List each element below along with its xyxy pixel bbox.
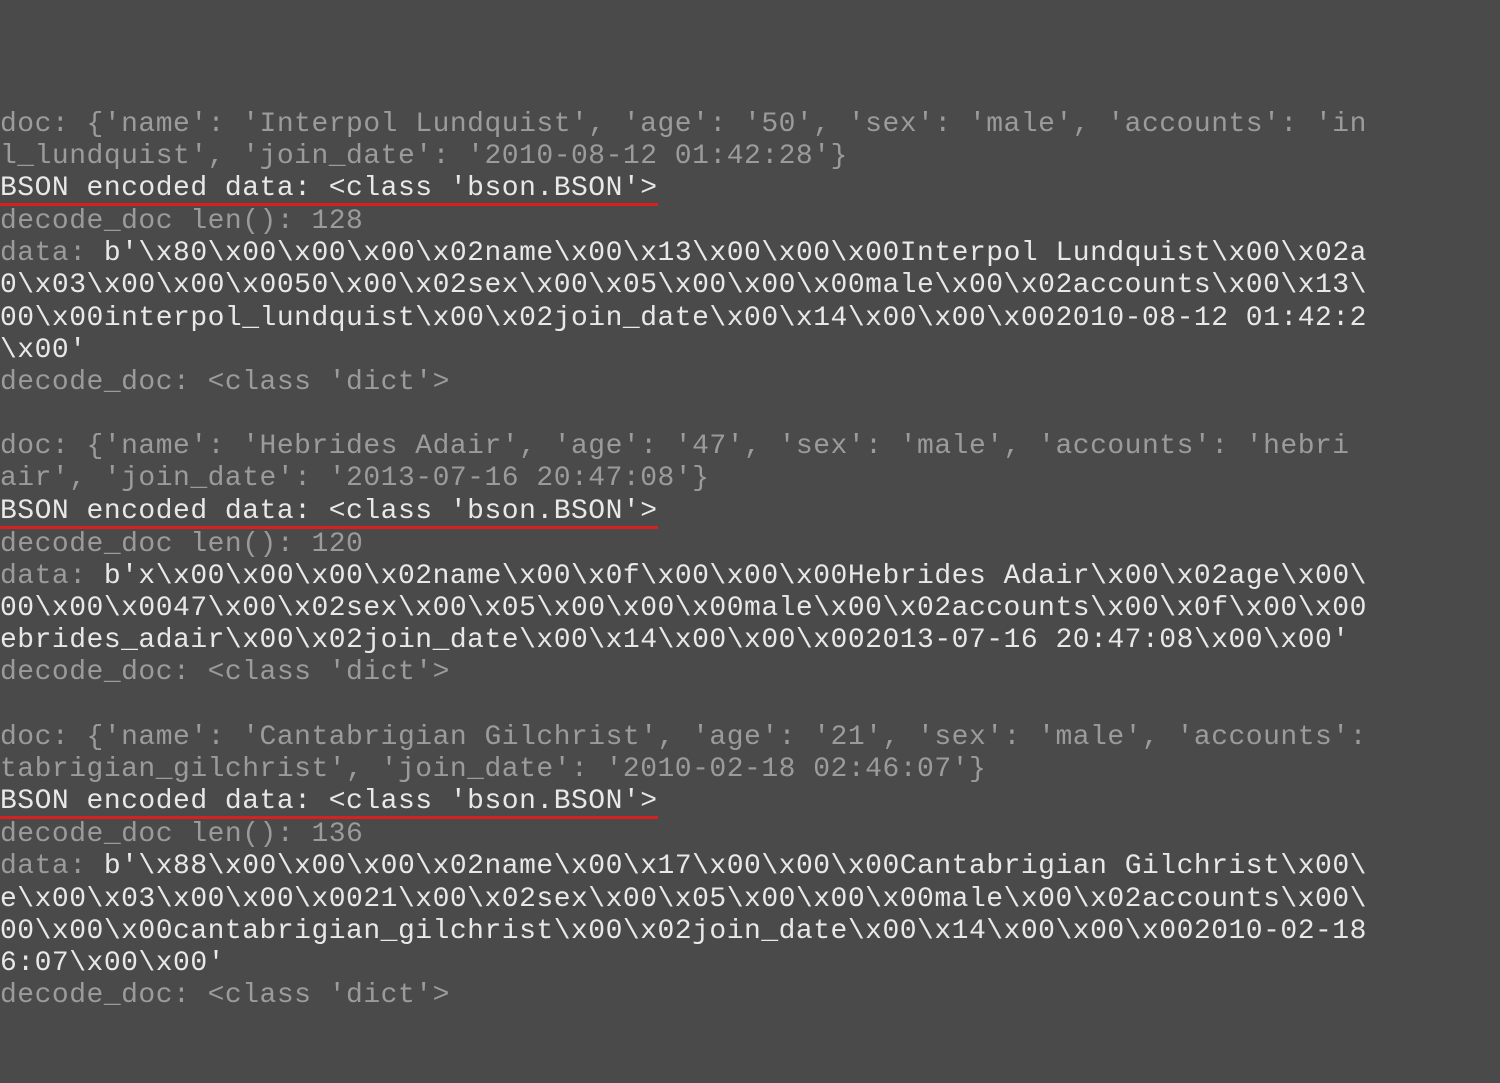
data-bytes-2: b'\x88\x00\x00\x00\x02name\x00\x17\x00\x…: [0, 851, 1367, 979]
data-bytes-0: b'\x80\x00\x00\x00\x02name\x00\x13\x00\x…: [0, 238, 1367, 366]
doc-line-2: doc: {'name': 'Cantabrigian Gilchrist', …: [0, 722, 1367, 785]
decode-len-line-2: decode_doc len(): 136: [0, 819, 363, 850]
data-bytes-1: b'x\x00\x00\x00\x02name\x00\x0f\x00\x00\…: [0, 561, 1367, 656]
decode-len-line-1: decode_doc len(): 120: [0, 529, 363, 560]
decode-len-line-0: decode_doc len(): 128: [0, 206, 363, 237]
doc-line-1: doc: {'name': 'Hebrides Adair', 'age': '…: [0, 431, 1350, 494]
decode-doc-line-1: decode_doc: <class 'dict'>: [0, 657, 450, 688]
data-prefix-1: data:: [0, 561, 104, 592]
decode-doc-line-2: decode_doc: <class 'dict'>: [0, 980, 450, 1011]
data-prefix-0: data:: [0, 238, 104, 269]
bson-encoded-line-2: BSON encoded data: <class 'bson.BSON'>: [0, 788, 658, 819]
bson-encoded-line-1: BSON encoded data: <class 'bson.BSON'>: [0, 498, 658, 529]
bson-encoded-line-0: BSON encoded data: <class 'bson.BSON'>: [0, 175, 658, 206]
decode-doc-line-0: decode_doc: <class 'dict'>: [0, 367, 450, 398]
doc-line-0: doc: {'name': 'Interpol Lundquist', 'age…: [0, 109, 1367, 172]
data-prefix-2: data:: [0, 851, 104, 882]
